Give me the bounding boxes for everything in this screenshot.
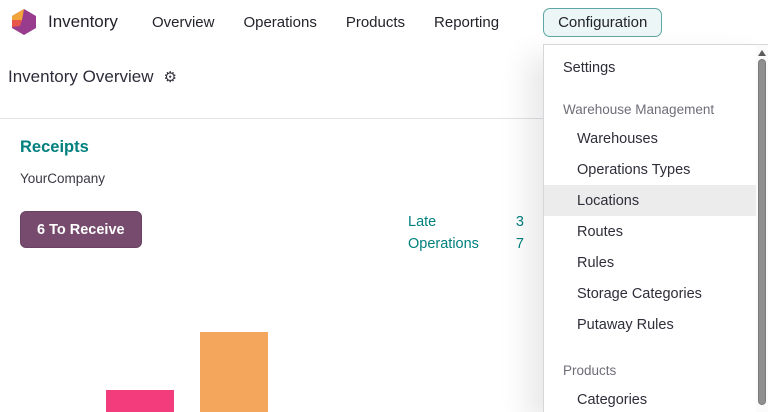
nav-item-products[interactable]: Products xyxy=(346,14,405,31)
menu-item-settings[interactable]: Settings xyxy=(544,52,756,83)
to-receive-button[interactable]: 6 To Receive xyxy=(20,211,142,248)
menu-item-putaway-rules[interactable]: Putaway Rules xyxy=(544,309,756,340)
chart-bar-orange xyxy=(200,332,268,412)
nav-item-operations[interactable]: Operations xyxy=(243,14,316,31)
scrollbar-thumb[interactable] xyxy=(758,59,766,405)
company-name: YourCompany xyxy=(20,171,105,186)
inventory-app-icon[interactable] xyxy=(10,8,38,36)
late-stat-link[interactable]: Late 3 xyxy=(408,211,524,233)
operations-label: Operations xyxy=(408,236,479,252)
nav-menu: Overview Operations Products Reporting C… xyxy=(152,8,662,37)
scrollbar-up-arrow-icon[interactable] xyxy=(758,50,766,56)
receipts-bar-chart[interactable] xyxy=(80,320,320,412)
late-label: Late xyxy=(408,214,436,230)
menu-item-categories[interactable]: Categories xyxy=(544,384,756,412)
menu-item-routes[interactable]: Routes xyxy=(544,216,756,247)
nav-item-configuration[interactable]: Configuration xyxy=(543,8,662,37)
dropdown-scrollbar-track xyxy=(756,45,768,412)
receipts-card-title[interactable]: Receipts xyxy=(20,138,89,157)
receipts-stats: Late 3 Operations 7 xyxy=(408,211,524,255)
app-name[interactable]: Inventory xyxy=(48,12,118,32)
menu-item-storage-categories[interactable]: Storage Categories xyxy=(544,278,756,309)
nav-item-reporting[interactable]: Reporting xyxy=(434,14,499,31)
menu-item-warehouses[interactable]: Warehouses xyxy=(544,123,756,154)
operations-stat-link[interactable]: Operations 7 xyxy=(408,233,524,255)
menu-section-products: Products xyxy=(544,356,756,384)
menu-item-locations[interactable]: Locations xyxy=(544,185,756,216)
operations-value: 7 xyxy=(516,236,524,252)
nav-item-overview[interactable]: Overview xyxy=(152,14,215,31)
menu-item-rules[interactable]: Rules xyxy=(544,247,756,278)
late-value: 3 xyxy=(516,214,524,230)
top-navbar: Inventory Overview Operations Products R… xyxy=(0,0,768,44)
page-title: Inventory Overview xyxy=(8,67,154,87)
chart-bar-pink xyxy=(106,390,174,412)
menu-section-warehouse-management: Warehouse Management xyxy=(544,95,756,123)
configuration-dropdown-menu: Settings Warehouse Management Warehouses… xyxy=(543,44,768,412)
gear-icon[interactable]: ⚙ xyxy=(164,70,177,85)
menu-item-operations-types[interactable]: Operations Types xyxy=(544,154,756,185)
